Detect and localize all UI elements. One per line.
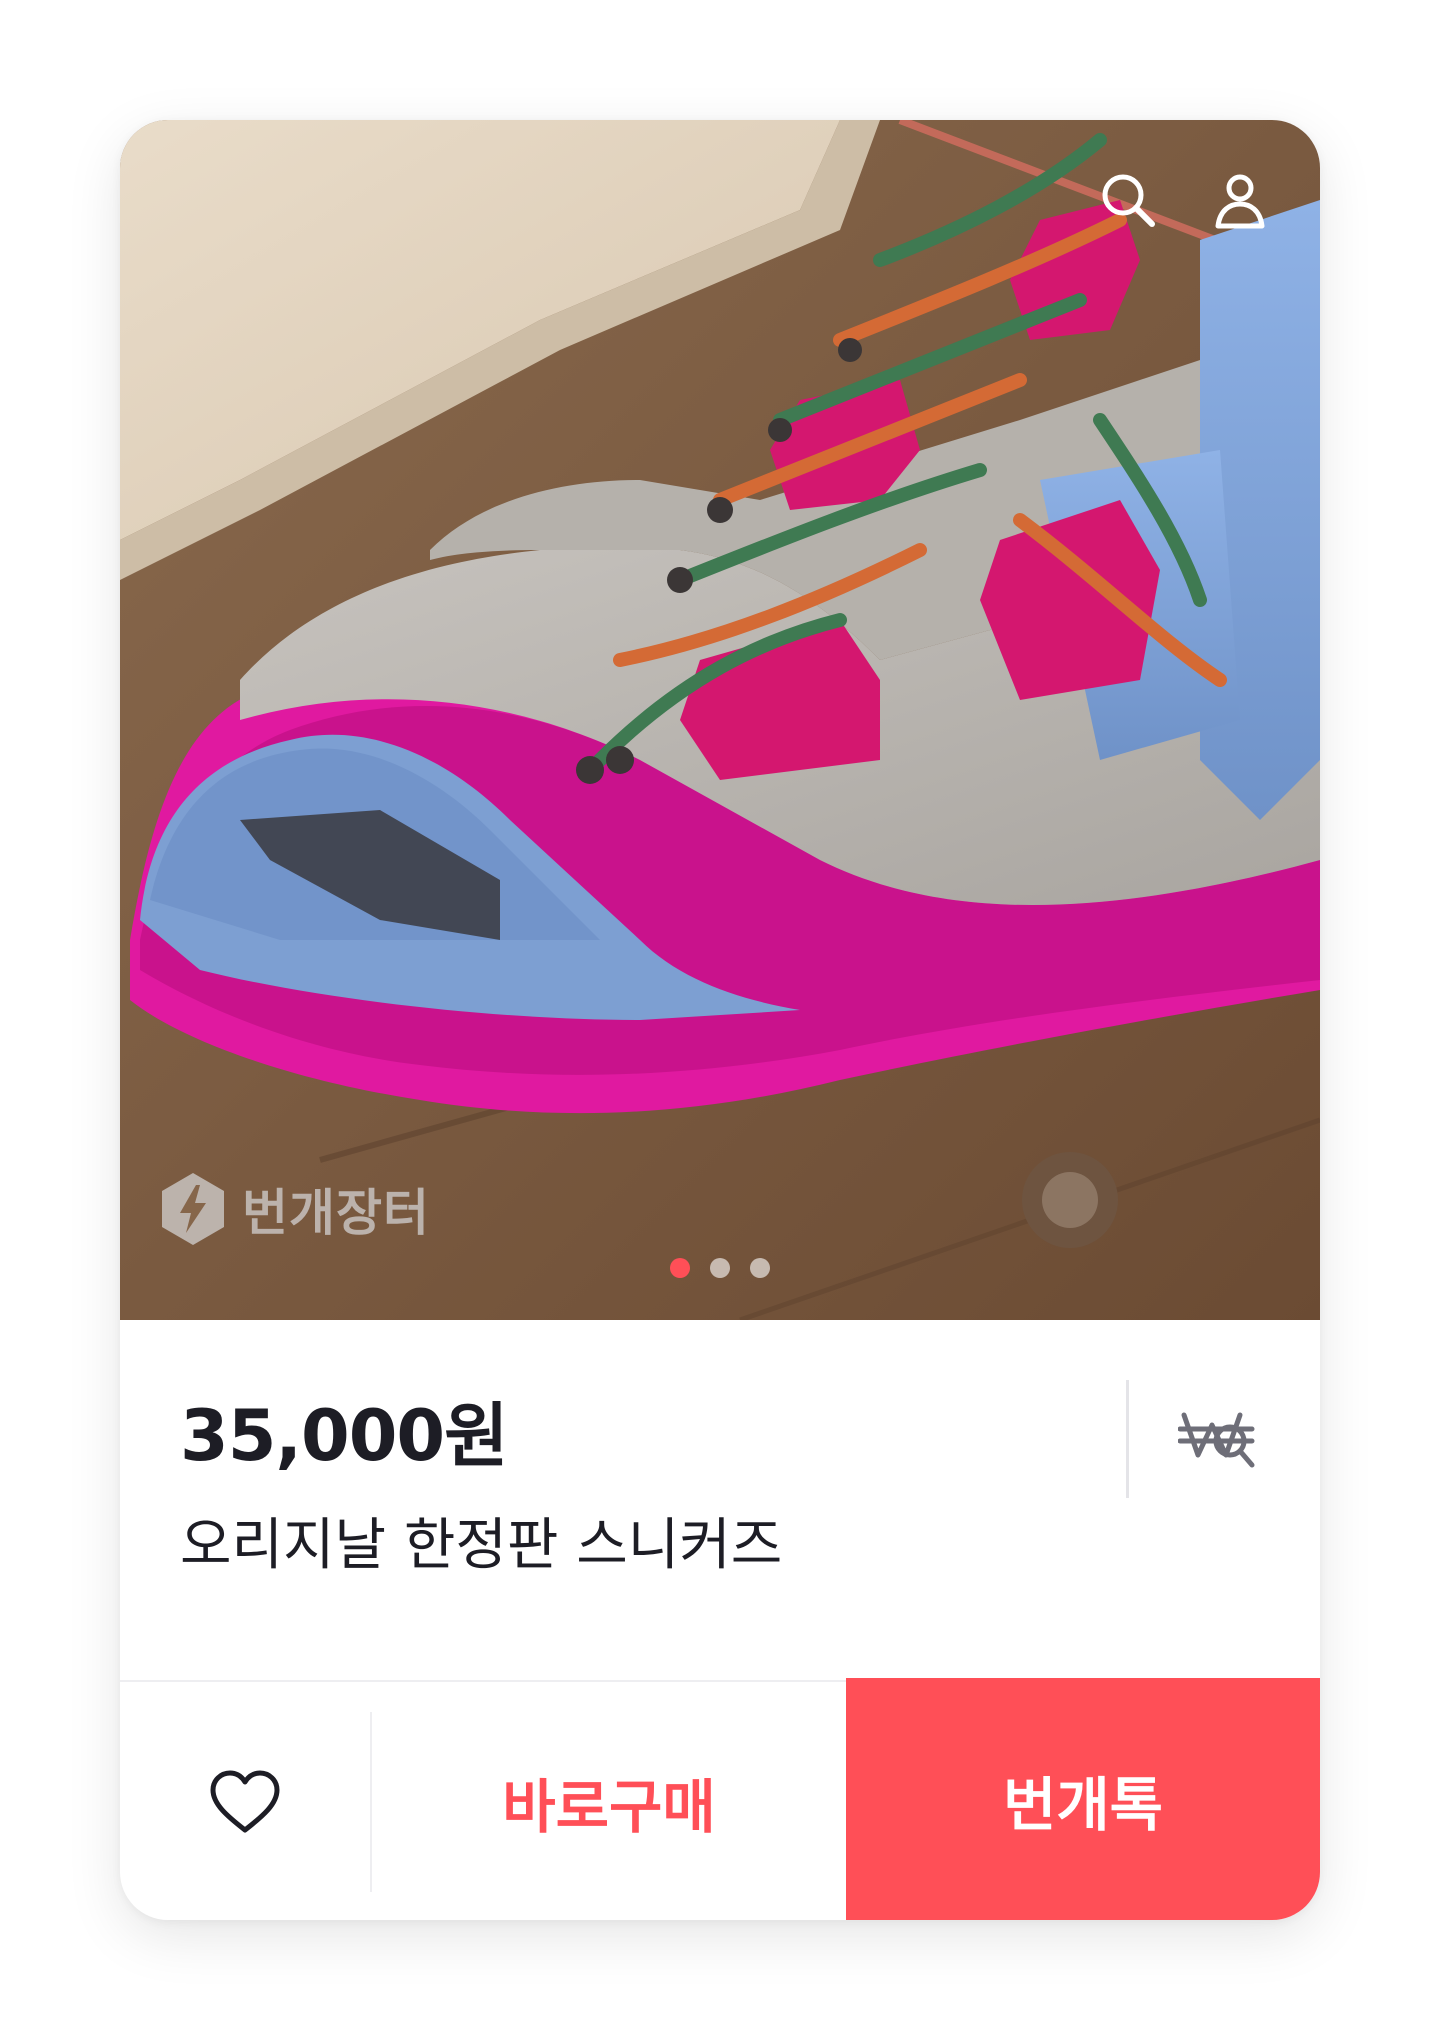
like-button[interactable] — [120, 1682, 370, 1920]
carousel-indicator — [120, 1258, 1320, 1278]
product-image[interactable]: 번개장터 — [120, 120, 1320, 1320]
buy-now-button[interactable]: 바로구매 — [372, 1682, 846, 1920]
carousel-dot[interactable] — [670, 1258, 690, 1278]
product-card: 번개장터 35,000원 오리지날 한정판 스니커즈 바로구매 번개톡 — [120, 120, 1320, 1920]
brand-watermark: 번개장터 — [158, 1164, 430, 1254]
watermark-text: 번개장터 — [242, 1184, 430, 1242]
product-info: 35,000원 오리지날 한정판 스니커즈 — [120, 1320, 1320, 1680]
carousel-dot[interactable] — [710, 1258, 730, 1278]
carousel-dot[interactable] — [750, 1258, 770, 1278]
product-price: 35,000원 — [180, 1395, 509, 1477]
won-offer-icon[interactable] — [1170, 1390, 1266, 1486]
heart-icon — [210, 1770, 280, 1833]
action-bar: 바로구매 번개톡 — [120, 1678, 1320, 1920]
search-icon[interactable] — [1090, 162, 1166, 238]
user-icon[interactable] — [1202, 162, 1278, 238]
chat-button[interactable]: 번개톡 — [846, 1678, 1320, 1920]
divider — [1126, 1380, 1129, 1498]
product-photo — [120, 120, 1320, 1320]
product-title: 오리지날 한정판 스니커즈 — [180, 1513, 783, 1578]
bolt-logo-icon — [162, 1173, 224, 1245]
